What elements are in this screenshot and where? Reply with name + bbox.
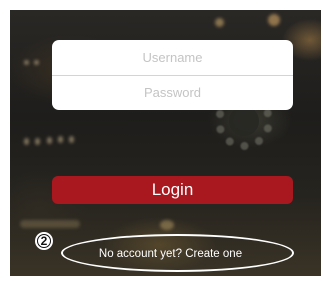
- background-bokeh: [24, 138, 29, 145]
- background-bokeh: [34, 60, 39, 65]
- background-bokeh: [24, 60, 29, 65]
- login-card: [52, 40, 293, 110]
- background-bokeh: [69, 136, 74, 143]
- background-bokeh: [47, 137, 52, 144]
- password-field[interactable]: [52, 75, 293, 110]
- background-bokeh: [58, 136, 63, 143]
- background-bokeh: [35, 138, 40, 145]
- step-number-badge: 2: [35, 232, 53, 250]
- background-bokeh: [160, 220, 174, 230]
- create-account-link[interactable]: No account yet? Create one: [48, 248, 293, 260]
- app-screen: Login No account yet? Create one: [10, 10, 321, 276]
- background-bokeh: [268, 14, 280, 26]
- login-button[interactable]: Login: [52, 176, 293, 204]
- background-bokeh: [215, 18, 224, 27]
- background-gear-center: [229, 106, 259, 136]
- background-bokeh: [20, 220, 80, 228]
- username-field[interactable]: [52, 40, 293, 75]
